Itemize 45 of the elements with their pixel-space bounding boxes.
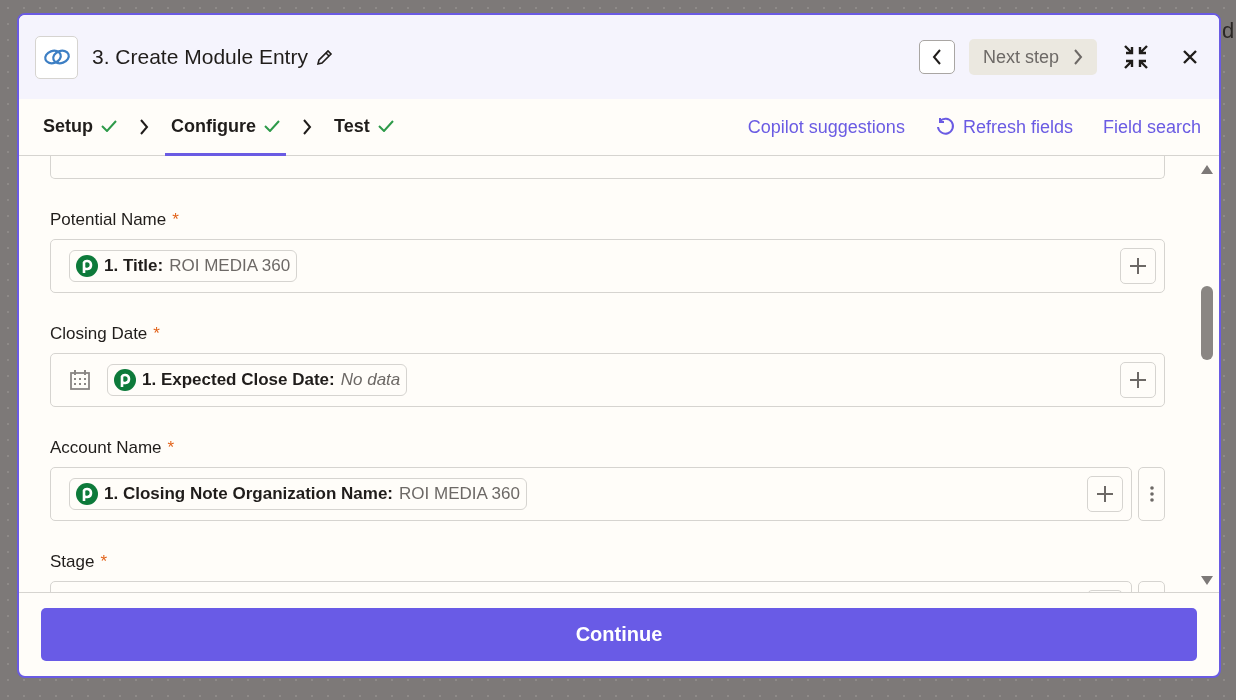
data-pill[interactable]: 1. Closing Note Organization Name: ROI MEDIA 360 (69, 478, 527, 510)
p-logo-icon (76, 483, 98, 505)
chevron-right-icon (302, 119, 312, 135)
required-asterisk: * (153, 324, 160, 344)
calendar-icon (69, 369, 91, 391)
link-rings-icon (35, 35, 78, 79)
check-icon (101, 120, 117, 132)
step-title: 3. Create Module Entry (92, 45, 308, 69)
plus-icon (1096, 485, 1114, 503)
check-icon (264, 120, 280, 132)
action-link[interactable]: Copilot suggestions (747, 99, 905, 155)
add-button[interactable] (1087, 476, 1123, 512)
data-pill[interactable]: 1. Title: ROI MEDIA 360 (69, 250, 298, 282)
pencil-icon[interactable] (315, 48, 334, 66)
chevron-right-icon (139, 119, 149, 135)
data-pill[interactable]: 1. Expected Close Date: No data (107, 364, 408, 396)
step-tab[interactable]: Test (328, 99, 400, 156)
required-asterisk: * (172, 210, 179, 230)
action-link[interactable]: Field search (1102, 99, 1201, 155)
field-label: Potential Name (50, 210, 167, 230)
kebab-icon (1149, 486, 1154, 502)
plus-icon (1129, 257, 1147, 275)
plus-icon (1129, 371, 1147, 389)
p-logo-icon (76, 255, 98, 277)
required-asterisk: * (100, 552, 108, 572)
step-tab[interactable]: Configure (165, 99, 286, 156)
check-icon (377, 120, 394, 132)
field-input[interactable] (50, 156, 1165, 179)
continue-button[interactable]: Continue (41, 608, 1197, 661)
refresh-fields-button[interactable]: Refresh fields (934, 99, 1073, 155)
chevron-right-icon (1073, 49, 1083, 65)
field-label: Stage (50, 552, 95, 572)
refresh-icon (934, 117, 955, 137)
field-label: Closing Date (50, 324, 148, 344)
required-asterisk: * (167, 438, 175, 458)
field-label: Account Name (50, 438, 162, 458)
field-input[interactable]: 1. Expected Close Date: No data (50, 353, 1165, 407)
step-tab[interactable]: Setup (37, 99, 123, 156)
p-logo-icon (114, 369, 136, 391)
add-button[interactable] (1120, 362, 1156, 398)
add-button[interactable] (1120, 248, 1156, 284)
previous-step-button[interactable] (918, 40, 955, 74)
field-input[interactable]: 1. Closing Note Organization Name: ROI MEDIA 360 (50, 467, 1132, 521)
field-input[interactable]: 1. Title: ROI MEDIA 360 (50, 239, 1165, 293)
chevron-left-icon (931, 49, 942, 65)
